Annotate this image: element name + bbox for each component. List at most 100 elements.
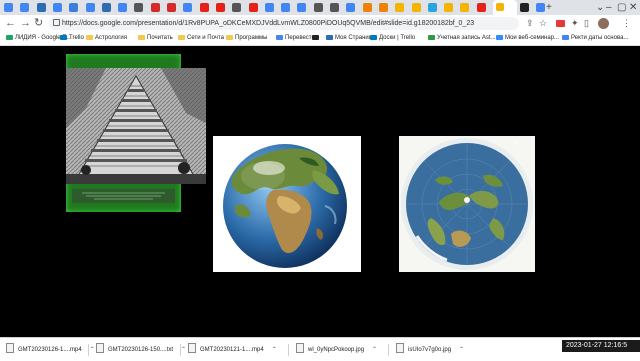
address-bar[interactable]: https://docs.google.com/presentation/d/1… — [49, 17, 519, 30]
download-item[interactable]: GMT20230121-1....mp4 ⌃ — [188, 343, 277, 357]
bookmark-label: Программы — [235, 35, 268, 41]
bookmark-label: Почитать — [147, 35, 173, 41]
google-icon — [4, 3, 13, 12]
bookmark-item[interactable]: Доски | Trello — [370, 32, 415, 45]
bookmarks-bar: ЛИДИЯ - Google П... Trello Астрология Почит… — [0, 32, 640, 46]
pyramid-caption-plate — [72, 189, 175, 203]
pyramid-image-frame[interactable] — [66, 54, 206, 212]
url-text[interactable]: https://docs.google.com/presentation/d/1… — [62, 17, 474, 30]
tab-google-32[interactable] — [536, 3, 546, 12]
chevron-up-icon[interactable]: ⌃ — [459, 343, 464, 357]
share-icon[interactable]: ⇪ — [526, 18, 534, 29]
minimize-button[interactable]: – — [606, 1, 612, 14]
bookmark-item[interactable]: Почитать — [138, 32, 173, 45]
slides-icon — [460, 3, 470, 12]
tab-ok-23[interactable] — [378, 3, 388, 12]
download-filename: isUIo7v7g0o.jpg — [408, 347, 452, 353]
bookmark-item[interactable]: Перевести — [276, 32, 315, 45]
download-item[interactable]: GMT20230126-1....mp4 ⌃ — [6, 343, 95, 357]
tab-yandex-10[interactable] — [167, 3, 176, 12]
flat-earth-map-image[interactable] — [399, 136, 535, 272]
youtube-icon — [248, 3, 258, 12]
tab-zen-19[interactable] — [313, 3, 323, 12]
tab-slides-24[interactable] — [395, 3, 405, 12]
tab-slides-28[interactable] — [460, 3, 470, 12]
tab-zen-20[interactable] — [330, 3, 339, 12]
telegram-icon — [427, 3, 437, 12]
tab-vk-6[interactable] — [101, 3, 111, 12]
bookmark-item[interactable]: Программы — [226, 32, 267, 45]
tab-google-5[interactable] — [85, 3, 95, 12]
tab-slides-25[interactable] — [411, 3, 421, 12]
tab-google-18[interactable] — [297, 3, 307, 12]
youtube-icon — [215, 3, 225, 12]
tab-google-3[interactable] — [52, 3, 62, 12]
tab-google-1[interactable] — [20, 3, 30, 12]
tab-vk-2[interactable] — [36, 3, 46, 12]
maximize-button[interactable]: ▢ — [617, 1, 626, 14]
back-icon[interactable]: ← — [5, 16, 16, 31]
bookmark-label: Ректи даты основа... — [571, 35, 629, 41]
star-icon — [281, 3, 291, 12]
tab-youtube-12[interactable] — [199, 3, 209, 12]
tab-google-11[interactable] — [183, 3, 193, 12]
bookmark-item[interactable]: Trello — [60, 32, 84, 45]
chevron-up-icon[interactable]: ⌃ — [372, 343, 377, 357]
google-icon — [346, 3, 356, 12]
tab-google-16[interactable] — [264, 3, 274, 12]
bookmark-item[interactable]: Ректи даты основа... — [562, 32, 628, 45]
reload-icon[interactable]: ↻ — [34, 16, 43, 31]
tab-youtube-29[interactable] — [476, 3, 486, 12]
vk-icon — [326, 35, 333, 40]
tab-telegram-26[interactable] — [427, 3, 437, 12]
zen-icon — [330, 3, 339, 12]
tab-ok-22[interactable] — [362, 3, 372, 12]
tab-star-17[interactable] — [281, 3, 291, 12]
bookmark-item[interactable] — [312, 32, 321, 45]
tab-google-0[interactable] — [4, 3, 13, 12]
chevron-up-icon[interactable]: ⌃ — [181, 343, 186, 357]
chevron-up-icon[interactable]: ⌃ — [272, 343, 277, 357]
new-tab-button[interactable]: + — [546, 1, 552, 14]
bookmark-item[interactable]: Учетная запись Ast... — [428, 32, 496, 45]
tab-github-31[interactable] — [520, 3, 529, 12]
download-item[interactable]: isUIo7v7g0o.jpg ⌃ — [396, 343, 464, 357]
bookmark-star-icon[interactable]: ☆ — [539, 18, 547, 29]
bookmark-item[interactable]: Сети и Почта — [178, 32, 224, 45]
bookmark-item[interactable]: Астрология — [86, 32, 127, 45]
bookmark-label: Доски | Trello — [379, 35, 416, 41]
youtube-icon — [476, 3, 486, 12]
tab-zen-14[interactable] — [232, 3, 242, 12]
extension-red-icon[interactable] — [556, 20, 565, 27]
profile-avatar[interactable] — [598, 18, 609, 29]
chevron-up-icon[interactable]: ⌃ — [90, 343, 95, 357]
bookmark-item[interactable]: Моя Страница — [326, 32, 376, 45]
globe-image[interactable] — [213, 136, 361, 272]
menu-kebab-icon[interactable]: ⋮ — [622, 18, 631, 29]
download-item[interactable]: GMT20230126-150....txt ⌃ — [96, 343, 186, 357]
tab-number-tab-4[interactable] — [69, 3, 79, 12]
close-window-button[interactable]: ✕ — [629, 1, 637, 14]
tab-youtube-15[interactable] — [248, 3, 258, 12]
tab-google-21[interactable] — [346, 3, 356, 12]
forward-icon[interactable]: → — [20, 16, 31, 31]
tab-search-icon[interactable]: ⌄ — [596, 1, 604, 14]
zen-icon — [134, 3, 144, 12]
download-item[interactable]: wl_0yNpcPokoop.jpg ⌃ — [296, 343, 377, 357]
tab-yandex-9[interactable] — [150, 3, 160, 12]
tab-zen-8[interactable] — [134, 3, 144, 12]
file-icon — [396, 343, 404, 353]
vk-icon — [36, 3, 46, 12]
download-separator — [88, 344, 89, 356]
slide — [63, 46, 578, 330]
tab-google-7[interactable] — [118, 3, 128, 12]
sidebar-toggle-icon[interactable]: ▯ — [584, 18, 589, 29]
vk-icon — [101, 3, 111, 12]
extensions-puzzle-icon[interactable]: ✦ — [571, 18, 579, 29]
google-icon — [20, 3, 30, 12]
download-separator — [288, 344, 289, 356]
tab-slides-27[interactable] — [444, 3, 454, 12]
tab-youtube-13[interactable] — [215, 3, 225, 12]
bookmark-item[interactable]: Мои веб-семинар... — [496, 32, 559, 45]
tab-slides-30[interactable] — [493, 0, 517, 15]
